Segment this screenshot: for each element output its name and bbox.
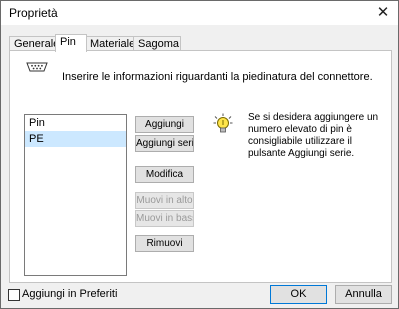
cancel-button[interactable]: Annulla — [335, 285, 392, 304]
move-down-button[interactable]: Muovi in basso — [135, 210, 194, 227]
window-title: Proprietà — [9, 6, 58, 20]
properties-dialog: Proprietà ✕ Generale Pin Materiale Sagom… — [0, 0, 399, 309]
close-icon[interactable]: ✕ — [368, 1, 398, 25]
add-button[interactable]: Aggiungi — [135, 116, 194, 133]
tab-pin[interactable]: Pin — [55, 34, 87, 52]
title-bar: Proprietà ✕ — [1, 1, 398, 25]
favorites-label[interactable]: Aggiungi in Preferiti — [22, 288, 117, 300]
list-item[interactable]: PE — [25, 131, 126, 147]
ok-button[interactable]: OK — [270, 285, 327, 304]
lightbulb-icon — [213, 113, 233, 133]
tab-generale[interactable]: Generale — [9, 36, 61, 51]
remove-button[interactable]: Rimuovi — [135, 235, 194, 252]
tab-materiale[interactable]: Materiale — [85, 36, 139, 51]
connector-icon — [26, 62, 48, 72]
instruction-text: Inserire le informazioni riguardanti la … — [62, 71, 373, 83]
tab-sagoma[interactable]: Sagoma — [133, 36, 181, 51]
hint-text: Se si desidera aggiungere un numero elev… — [248, 112, 379, 159]
pin-listbox[interactable]: Pin PE — [24, 114, 127, 276]
add-series-button[interactable]: Aggiungi serie — [135, 135, 194, 152]
pin-tab-panel: Inserire le informazioni riguardanti la … — [9, 50, 392, 283]
favorites-checkbox[interactable] — [8, 289, 20, 301]
edit-button[interactable]: Modifica — [135, 166, 194, 183]
move-up-button[interactable]: Muovi in alto — [135, 192, 194, 209]
list-item[interactable]: Pin — [25, 115, 126, 131]
